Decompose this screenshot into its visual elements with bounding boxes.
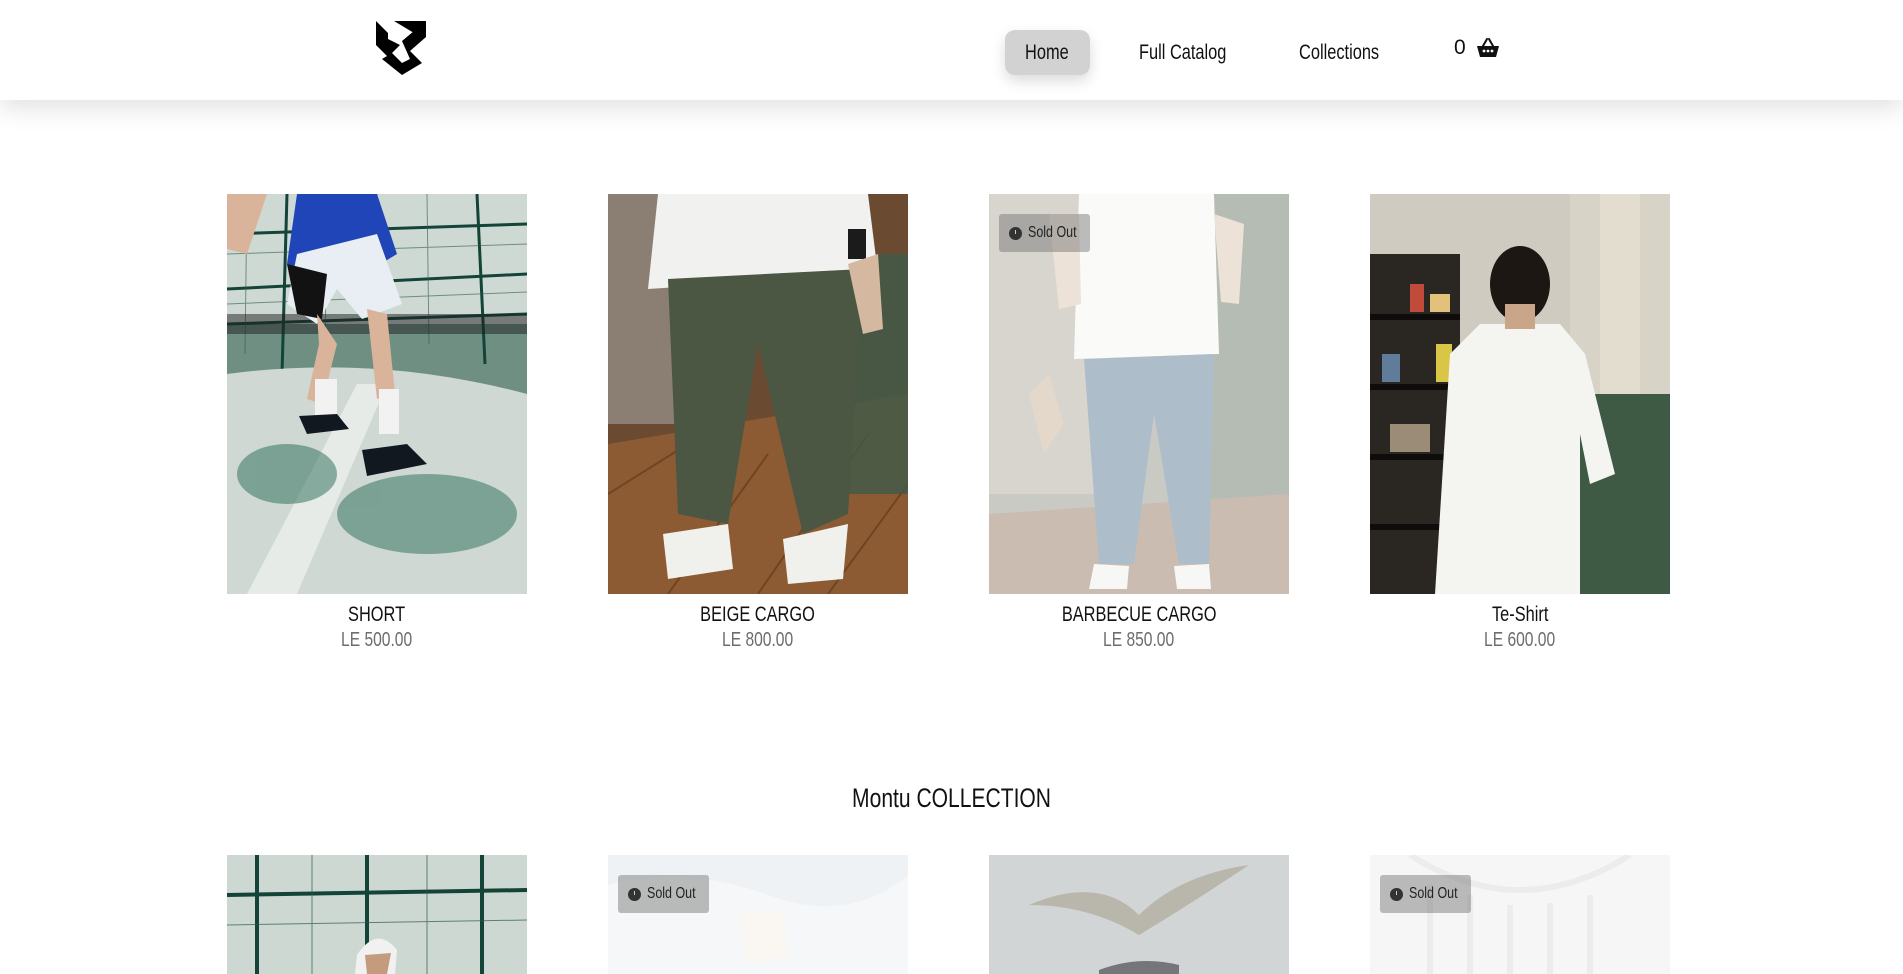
collection-image[interactable]: Sold Out — [608, 855, 908, 974]
sold-out-badge: Sold Out — [999, 214, 1090, 252]
product-image[interactable]: Sold Out — [989, 194, 1289, 594]
collection-card[interactable] — [989, 855, 1289, 974]
product-price: LE 850.00 — [1103, 629, 1175, 651]
collection-image[interactable]: Sold Out — [1370, 855, 1670, 974]
product-price: LE 500.00 — [341, 629, 413, 651]
product-title[interactable]: SHORT — [227, 603, 527, 627]
collection-image[interactable] — [989, 855, 1289, 974]
nav-collections-label: Collections — [1299, 40, 1380, 64]
site-header: Home Full Catalog Collections 0 — [0, 0, 1903, 100]
product-card[interactable]: Sold Out BARBECUE CARGO LE 850.00 — [989, 194, 1289, 651]
nav-home[interactable]: Home — [1005, 30, 1090, 75]
sold-out-overlay — [989, 194, 1289, 594]
product-image[interactable] — [227, 194, 527, 594]
product-title[interactable]: Te-Shirt — [1370, 603, 1670, 627]
brand-logo-icon[interactable] — [374, 19, 430, 77]
sold-out-badge: Sold Out — [1380, 875, 1471, 913]
collection-card[interactable] — [227, 855, 527, 974]
collection-card[interactable]: Sold Out — [608, 855, 908, 974]
cart-count: 0 — [1454, 36, 1466, 59]
product-price: LE 600.00 — [1484, 629, 1556, 651]
image-overlay — [989, 855, 1289, 974]
product-card[interactable]: Te-Shirt LE 600.00 — [1370, 194, 1670, 651]
sold-out-overlay — [1370, 855, 1670, 974]
collection-image[interactable] — [227, 855, 527, 974]
product-card[interactable]: SHORT LE 500.00 — [227, 194, 527, 651]
product-title[interactable]: BEIGE CARGO — [608, 603, 908, 627]
product-price: LE 800.00 — [722, 629, 794, 651]
nav-collections[interactable]: Collections — [1299, 30, 1389, 75]
product-title[interactable]: BARBECUE CARGO — [989, 603, 1289, 627]
product-image[interactable] — [1370, 194, 1670, 594]
clock-icon — [1009, 226, 1022, 240]
cart-button[interactable]: 0 — [1454, 36, 1500, 60]
clock-icon — [628, 887, 641, 901]
nav-home-label: Home — [1025, 40, 1069, 64]
nav-full-catalog-label: Full Catalog — [1139, 40, 1227, 64]
product-image[interactable] — [608, 194, 908, 594]
sold-out-overlay — [608, 855, 908, 974]
nav-full-catalog[interactable]: Full Catalog — [1139, 30, 1235, 75]
collection-card[interactable]: Sold Out — [1370, 855, 1670, 974]
collection-title: Montu COLLECTION — [852, 783, 1051, 813]
product-card[interactable]: BEIGE CARGO LE 800.00 — [608, 194, 908, 651]
clock-icon — [1390, 887, 1403, 901]
basket-icon — [1476, 38, 1499, 57]
sold-out-badge: Sold Out — [618, 875, 709, 913]
